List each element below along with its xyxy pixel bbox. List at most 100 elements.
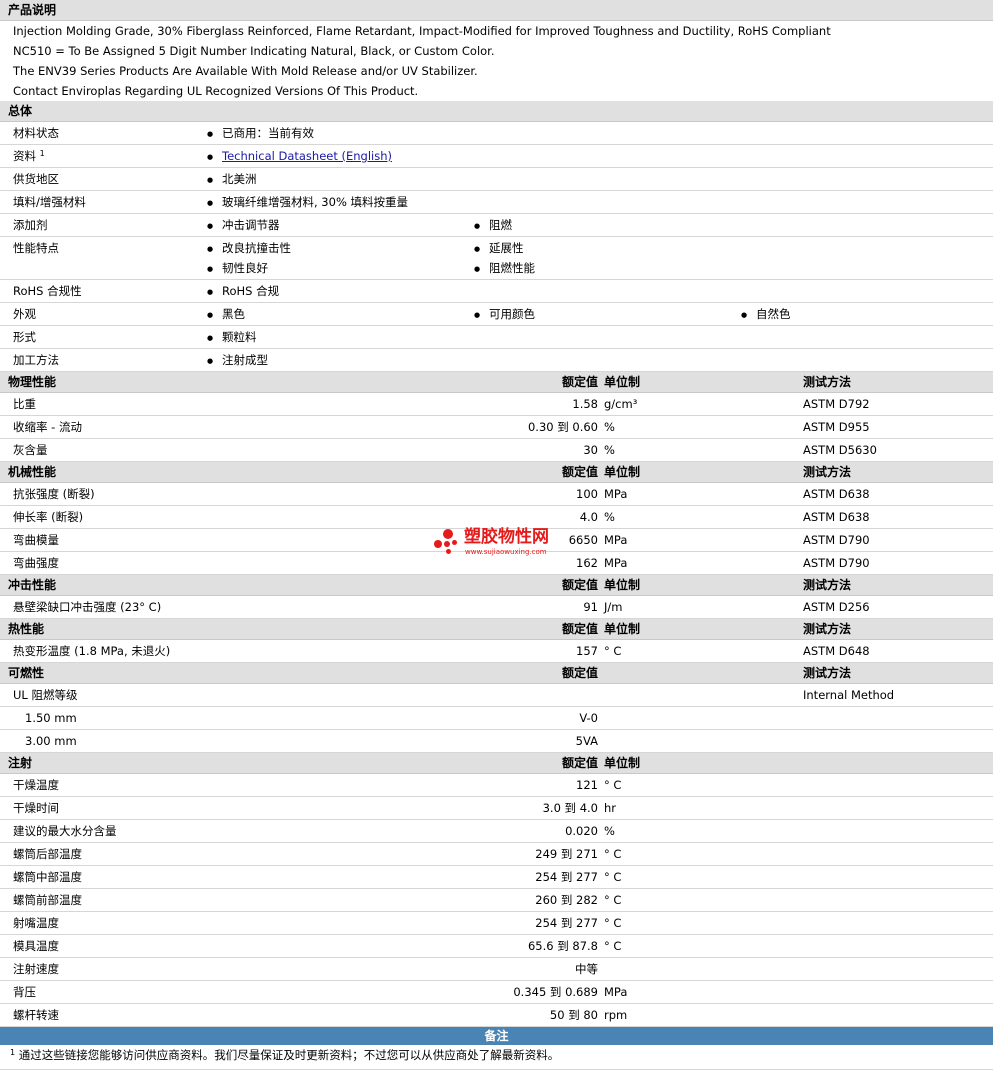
property-method: ASTM D638 [803,487,870,501]
property-value: 0.30 到 0.60 [527,420,598,434]
property-row: 3.00 mm 5VA [0,730,993,753]
property-label: 比重 [13,397,36,411]
property-label: 射嘴温度 [13,916,59,930]
property-method: ASTM D955 [803,420,870,434]
property-method: ASTM D256 [803,600,870,614]
datasheet-link[interactable]: Technical Datasheet (English) [222,149,392,163]
property-value: 6650 [568,533,598,547]
row-label: 加工方法 [13,353,59,367]
row-label: 外观 [13,307,36,321]
property-value: 100 [576,487,598,501]
property-label: 抗张强度 (断裂) [13,487,95,501]
section-title: 机械性能 [8,465,57,479]
property-unit: rpm [604,1008,628,1022]
general-row-features: 性能特点 改良抗撞击性 延展性 韧性良好 阻燃性能 [0,237,993,280]
row-label: 材料状态 [13,126,59,140]
description-line: Injection Molding Grade, 30% Fiberglass … [13,24,831,38]
property-value: 249 到 271 [535,847,598,861]
description-line: Contact Enviroplas Regarding UL Recogniz… [13,84,419,98]
section-header-flammability: 可燃性 额定值 测试方法 [0,663,993,684]
row-label: 供货地区 [13,172,59,186]
property-value: 0.345 到 0.689 [513,985,598,999]
bullet-item: 冲击调节器 [207,218,280,233]
general-row-form: 形式 颗粒料 [0,326,993,349]
watermark-text: 塑胶物性网 [464,527,549,547]
property-unit: MPa [604,533,628,547]
property-method: Internal Method [803,688,895,702]
bullet-item: 延展性 [474,241,524,256]
property-row: 螺杆转速 50 到 80 rpm [0,1004,993,1027]
property-row: 模具温度 65.6 到 87.8 ° C [0,935,993,958]
general-row-additive: 添加剂 冲击调节器 阻燃 [0,214,993,237]
property-value: 65.6 到 87.8 [527,939,598,953]
property-unit: % [604,443,615,457]
watermark-url: www.sujiaowuxing.com [465,548,547,556]
property-method: ASTM D792 [803,397,870,411]
property-unit: MPa [604,487,628,501]
property-value: 4.0 [579,510,598,524]
property-row: 收缩率 - 流动 0.30 到 0.60% ASTM D955 [0,416,993,439]
property-value: 91 [583,600,598,614]
property-value: 1.58 [572,397,598,411]
note-line: 1 通过这些链接您能够访问供应商资料。我们尽量保证及时更新资料；不过您可以从供应… [0,1045,993,1070]
property-row: 建议的最大水分含量 0.020% [0,820,993,843]
property-label: 模具温度 [13,939,59,953]
col-header-method: 测试方法 [803,375,852,389]
property-method: ASTM D648 [803,644,870,658]
property-value: 162 [576,556,598,570]
col-header-value: 额定值 [561,465,598,479]
property-label: 灰含量 [13,443,48,457]
col-header-unit: 单位制 [604,756,641,770]
col-header-method: 测试方法 [803,465,852,479]
property-method: ASTM D5630 [803,443,877,457]
property-row: 螺筒中部温度 254 到 277 ° C [0,866,993,889]
property-label: 热变形温度 (1.8 MPa, 未退火) [13,644,171,658]
property-row: 比重 1.58 g/cm³ ASTM D792 [0,393,993,416]
watermark-logo: 塑胶物性网 www.sujiaowuxing.com [434,527,564,561]
bullet-item: 北美洲 [207,172,257,187]
general-row-status: 材料状态 已商用：当前有效 [0,122,993,145]
col-header-unit: 单位制 [604,465,641,479]
col-header-method: 测试方法 [803,666,852,680]
property-label: UL 阻燃等级 [13,688,78,702]
section-header-thermal: 热性能 额定值 单位制 测试方法 [0,619,993,640]
property-label: 干燥温度 [13,778,59,792]
property-row: 干燥时间 3.0 到 4.0 hr [0,797,993,820]
property-unit: % [604,420,615,434]
property-unit: ° C [604,644,622,658]
property-row: 干燥温度 121 ° C [0,774,993,797]
bullet-item: 阻燃 [474,218,512,233]
section-header-mechanical: 机械性能 额定值 单位制 测试方法 [0,462,993,483]
impact-rows: 悬壁梁缺口冲击强度 (23° C) 91 J/m ASTM D256 [0,596,993,619]
col-header-value: 额定值 [561,578,598,592]
property-label: 弯曲强度 [13,556,59,570]
property-unit: J/m [604,600,623,614]
property-label: 注射速度 [13,962,59,976]
property-value: 254 到 277 [535,870,598,884]
property-unit: ° C [604,847,622,861]
section-header-impact: 冲击性能 额定值 单位制 测试方法 [0,575,993,596]
general-row-rohs: RoHS 合规性 RoHS 合规 [0,280,993,303]
property-value: 30 [583,443,598,457]
property-unit: % [604,510,615,524]
property-unit: g/cm³ [604,397,638,411]
section-title: 物理性能 [8,375,57,389]
property-row: 1.50 mm V-0 [0,707,993,730]
property-value: 260 到 282 [535,893,598,907]
property-label: 螺筒中部温度 [13,870,82,884]
property-unit: MPa [604,985,628,999]
property-value: 157 [576,644,598,658]
property-method: ASTM D790 [803,556,870,570]
property-value: 3.0 到 4.0 [542,801,598,815]
general-row-filler: 填料/增强材料 玻璃纤维增强材料, 30% 填料按重量 [0,191,993,214]
property-value: V-0 [579,711,598,725]
section-title: 冲击性能 [8,578,57,592]
property-label: 伸长率 (断裂) [13,510,84,524]
flammability-rows: UL 阻燃等级 Internal Method 1.50 mm V-0 3.00 mm 5… [0,684,993,753]
col-header-value: 额定值 [561,756,598,770]
property-label: 建议的最大水分含量 [13,824,117,838]
bullet-item: Technical Datasheet (English) [207,149,392,164]
col-header-value: 额定值 [561,666,598,680]
section-header-general: 总体 [0,101,993,122]
bullet-item: 可用颜色 [474,307,535,322]
